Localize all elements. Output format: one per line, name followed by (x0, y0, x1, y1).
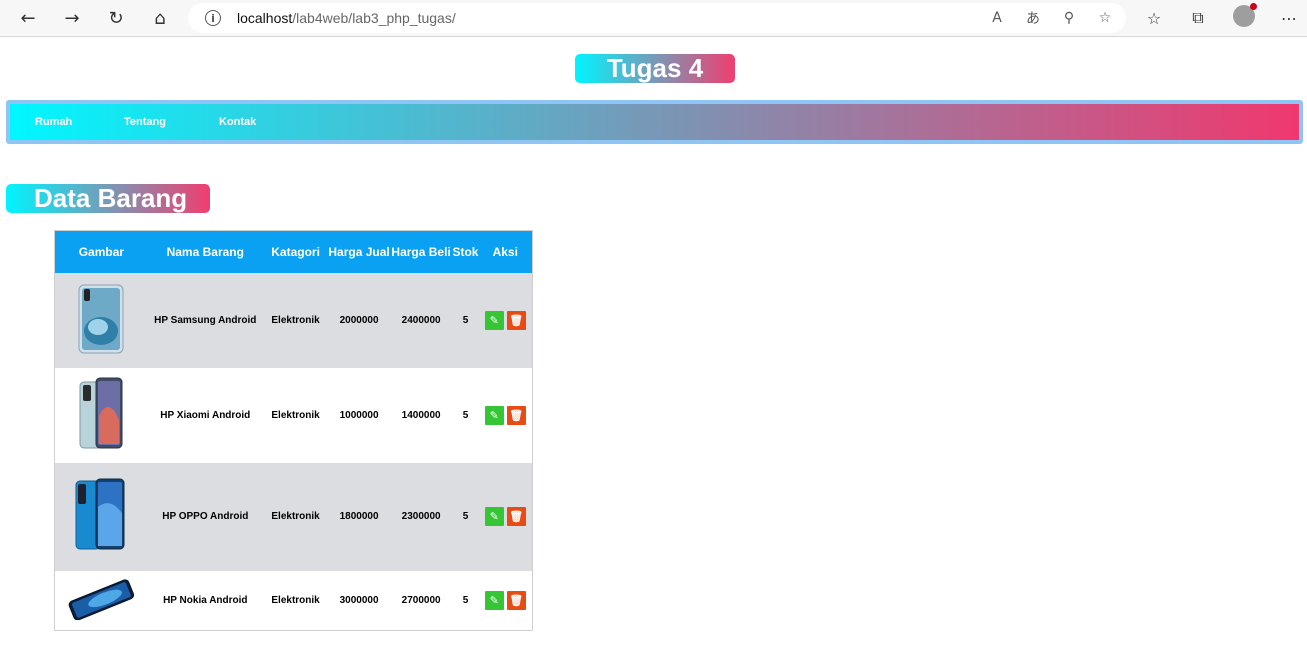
trash-icon: 🗑 (509, 313, 524, 327)
edit-button[interactable]: ✎ (484, 405, 504, 425)
trash-icon: 🗑 (509, 593, 524, 607)
table-row: HP Nokia Android Elektronik 3000000 2700… (54, 570, 533, 631)
forward-icon[interactable]: → (59, 5, 85, 31)
product-stock: 5 (452, 570, 479, 631)
product-stock: 5 (452, 272, 479, 368)
nav-kontak[interactable]: Kontak (219, 116, 256, 128)
trash-icon: 🗑 (509, 510, 524, 523)
xiaomi-phone-image (76, 376, 126, 455)
address-bar[interactable]: i localhost/lab4web/lab3_php_tugas/ A あ … (188, 3, 1126, 33)
action-cell: ✎ 🗑 (478, 367, 533, 463)
product-image-cell (54, 367, 148, 463)
zoom-icon[interactable]: ⚲ (1058, 7, 1080, 29)
read-aloud-icon[interactable]: A (986, 7, 1008, 29)
product-name: HP Nokia Android (147, 570, 263, 631)
url-host: localhost (237, 10, 293, 26)
product-name: HP Samsung Android (147, 272, 263, 368)
product-buy-price: 2400000 (389, 272, 453, 368)
table-row: HP Xiaomi Android Elektronik 1000000 140… (54, 367, 533, 463)
action-cell: ✎ 🗑 (478, 462, 533, 571)
browser-toolbar: ← → ↻ ⌂ i localhost/lab4web/lab3_php_tug… (0, 0, 1307, 37)
product-sell-price: 3000000 (328, 570, 390, 631)
section-title: Data Barang (6, 184, 210, 213)
table-row: HP OPPO Android Elektronik 1800000 23000… (54, 462, 533, 571)
product-table: Gambar Nama Barang Katagori Harga Jual H… (54, 230, 533, 631)
edit-icon: ✎ (489, 593, 499, 607)
samsung-phone-image (76, 283, 126, 358)
header-katagori: Katagori (262, 230, 329, 273)
product-sell-price: 1000000 (328, 367, 390, 463)
page-title: Tugas 4 (575, 54, 735, 83)
action-cell: ✎ 🗑 (478, 272, 533, 368)
delete-button[interactable]: 🗑 (506, 590, 526, 610)
product-buy-price: 1400000 (389, 367, 453, 463)
home-icon[interactable]: ⌂ (147, 5, 173, 31)
action-cell: ✎ 🗑 (478, 570, 533, 631)
navbar: Rumah Tentang Kontak (6, 100, 1303, 144)
oppo-phone-image (74, 477, 128, 556)
product-category: Elektronik (262, 367, 329, 463)
site-info-icon[interactable]: i (205, 10, 221, 26)
collections-icon[interactable]: ⧉ (1185, 5, 1211, 31)
url-path: /lab4web/lab3_php_tugas/ (292, 10, 456, 26)
url-text[interactable]: localhost/lab4web/lab3_php_tugas/ (237, 10, 456, 26)
table-row: HP Samsung Android Elektronik 2000000 24… (54, 272, 533, 368)
favorites-icon[interactable]: ☆ (1141, 5, 1167, 31)
header-nama-barang: Nama Barang (147, 230, 263, 273)
nav-tentang[interactable]: Tentang (124, 116, 166, 128)
delete-button[interactable]: 🗑 (506, 405, 526, 425)
table-header-row: Gambar Nama Barang Katagori Harga Jual H… (54, 230, 533, 273)
header-gambar: Gambar (54, 230, 148, 273)
translate-icon[interactable]: あ (1022, 7, 1044, 29)
product-image-cell (54, 462, 148, 571)
product-category: Elektronik (262, 462, 329, 571)
edit-button[interactable]: ✎ (484, 310, 504, 330)
product-category: Elektronik (262, 570, 329, 631)
product-category: Elektronik (262, 272, 329, 368)
product-stock: 5 (452, 462, 479, 571)
product-stock: 5 (452, 367, 479, 463)
product-sell-price: 1800000 (328, 462, 390, 571)
refresh-icon[interactable]: ↻ (103, 5, 129, 31)
product-name: HP Xiaomi Android (147, 367, 263, 463)
delete-button[interactable]: 🗑 (506, 507, 526, 526)
add-favorite-icon[interactable]: ☆ (1094, 7, 1116, 29)
header-aksi: Aksi (478, 230, 533, 273)
edit-button[interactable]: ✎ (484, 507, 504, 526)
product-image-cell (54, 272, 148, 368)
trash-icon: 🗑 (509, 408, 524, 422)
nokia-phone-image (65, 578, 137, 623)
header-harga-beli: Harga Beli (389, 230, 453, 273)
product-name: HP OPPO Android (147, 462, 263, 571)
product-sell-price: 2000000 (328, 272, 390, 368)
edit-icon: ✎ (489, 408, 499, 422)
back-icon[interactable]: ← (15, 5, 41, 31)
edit-icon: ✎ (489, 313, 499, 327)
product-buy-price: 2300000 (389, 462, 453, 571)
nav-rumah[interactable]: Rumah (35, 116, 72, 128)
product-image-cell (54, 570, 148, 631)
profile-avatar[interactable] (1233, 3, 1257, 27)
header-stok: Stok (452, 230, 479, 273)
more-menu-icon[interactable]: ⋯ (1276, 5, 1302, 31)
edit-icon: ✎ (489, 510, 499, 523)
edit-button[interactable]: ✎ (484, 590, 504, 610)
product-buy-price: 2700000 (389, 570, 453, 631)
delete-button[interactable]: 🗑 (506, 310, 526, 330)
header-harga-jual: Harga Jual (328, 230, 390, 273)
